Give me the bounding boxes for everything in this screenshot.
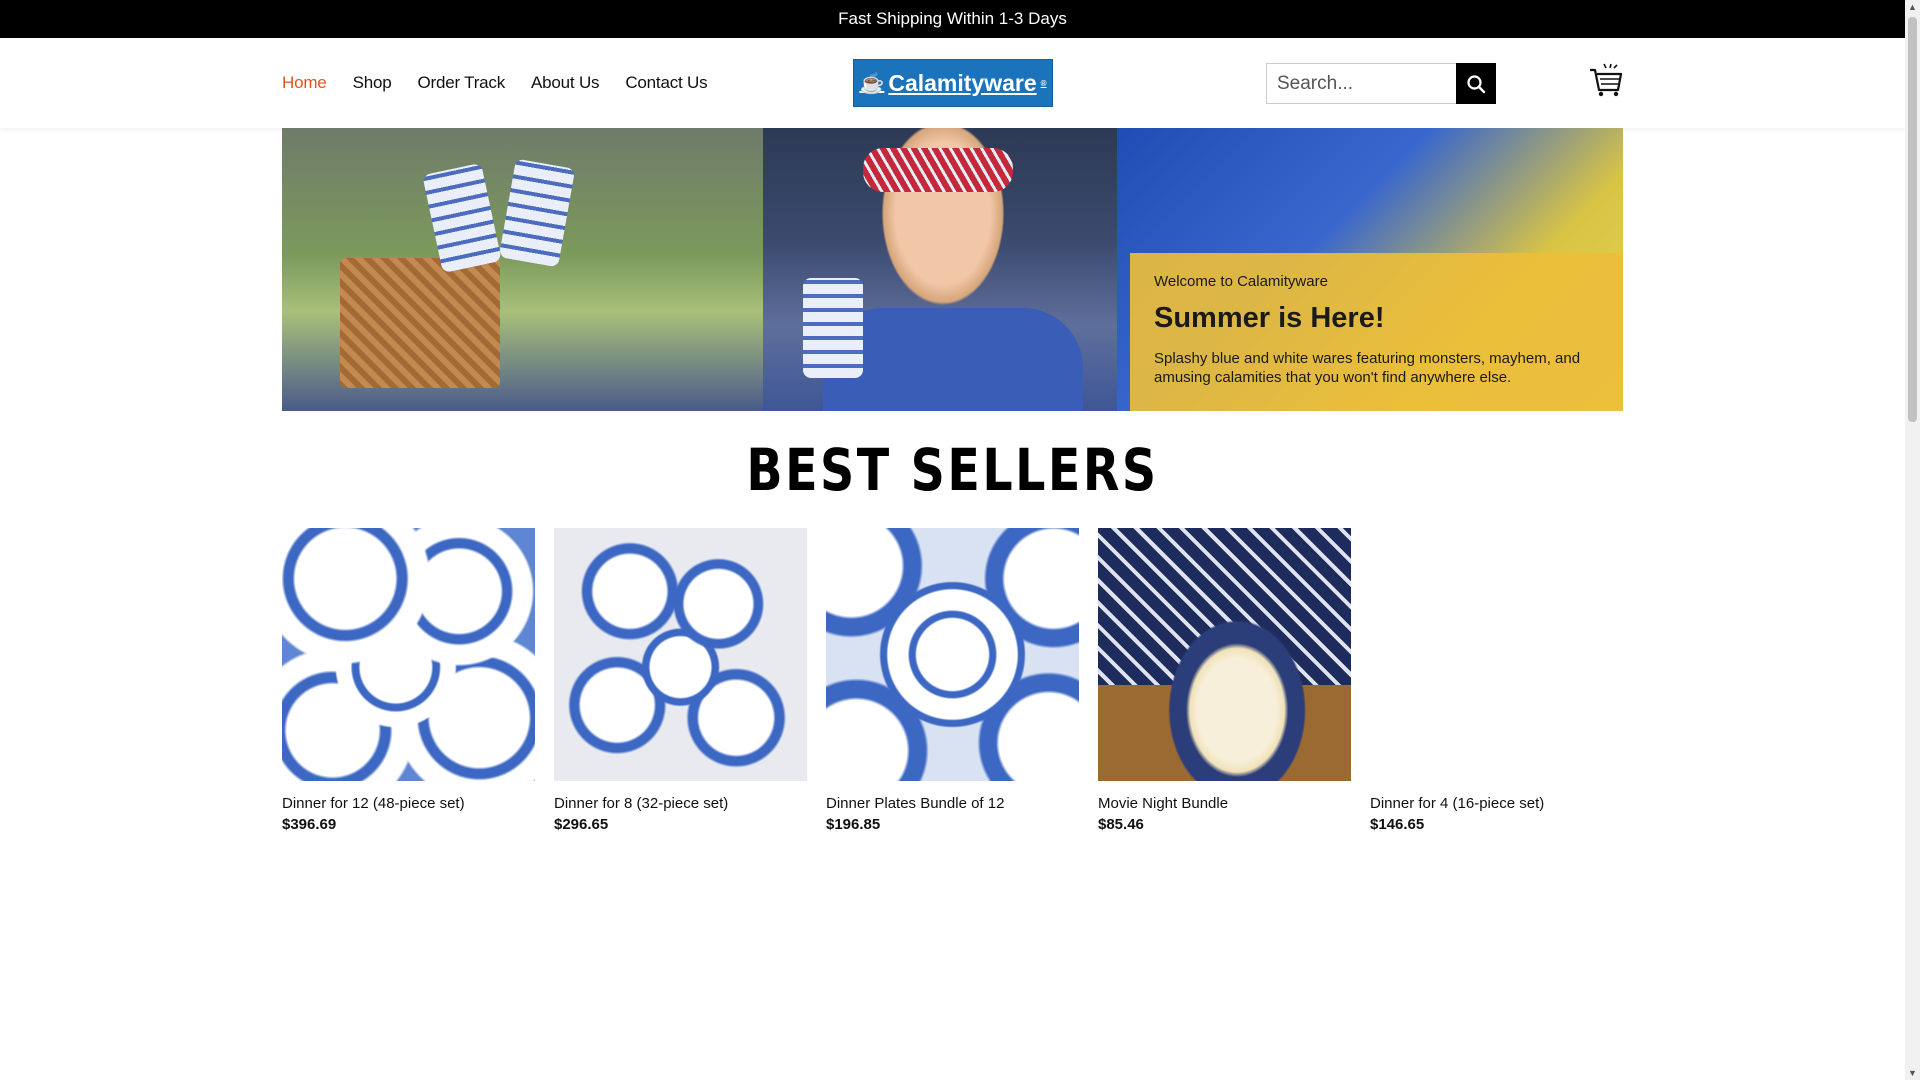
cart-icon: [1590, 63, 1623, 97]
logo-registered-mark: ®: [1040, 78, 1047, 88]
nav-shop[interactable]: Shop: [353, 73, 392, 93]
product-card[interactable]: Dinner for 12 (48-piece set) $396.69: [282, 528, 535, 833]
pattern-image: Welcome to Calamityware Summer is Here! …: [1117, 128, 1623, 411]
nav-order-track[interactable]: Order Track: [417, 73, 505, 93]
product-name[interactable]: Dinner for 8 (32-piece set): [554, 795, 807, 812]
announcement-text: Fast Shipping Within 1-3 Days: [838, 9, 1067, 28]
product-price: $396.69: [282, 816, 337, 833]
mug-image: [803, 278, 863, 378]
hero-description: Splashy blue and white wares featuring m…: [1154, 350, 1581, 386]
cart-button[interactable]: [1588, 62, 1624, 98]
mug-image: [422, 162, 502, 274]
main-nav: Home Shop Order Track About Us Contact U…: [282, 38, 708, 128]
search-input[interactable]: [1266, 63, 1456, 104]
product-image[interactable]: [826, 528, 1079, 781]
site-header: Home Shop Order Track About Us Contact U…: [0, 38, 1905, 128]
search-icon: [1467, 74, 1486, 93]
hero-banner[interactable]: Welcome to Calamityware Summer is Here! …: [282, 128, 1623, 411]
product-image[interactable]: [554, 528, 807, 781]
product-name[interactable]: Dinner for 12 (48-piece set): [282, 795, 535, 812]
bandana-shape: [863, 148, 1013, 192]
scroll-down-arrow-icon[interactable]: ▼: [1908, 1068, 1917, 1078]
product-card[interactable]: Dinner for 4 (16-piece set) $146.65: [1370, 528, 1623, 833]
product-image[interactable]: [282, 528, 535, 781]
logo-text: Calamityware: [888, 69, 1037, 96]
product-name[interactable]: Dinner for 4 (16-piece set): [1370, 795, 1623, 812]
search-form: [1266, 63, 1496, 104]
nav-home[interactable]: Home: [282, 73, 327, 93]
nav-about-us[interactable]: About Us: [531, 73, 600, 93]
site-logo[interactable]: ☕ Calamityware ®: [853, 59, 1053, 107]
product-price: $296.65: [554, 816, 609, 833]
product-card[interactable]: Dinner Plates Bundle of 12 $196.85: [826, 528, 1079, 833]
product-grid: Dinner for 12 (48-piece set) $396.69 Din…: [282, 528, 1623, 833]
best-sellers-heading: BEST SELLERS: [746, 436, 1159, 504]
picnic-basket-image: [340, 258, 500, 388]
product-price: $146.65: [1370, 816, 1425, 833]
product-price: $196.85: [826, 816, 881, 833]
product-card[interactable]: Dinner for 8 (32-piece set) $296.65: [554, 528, 807, 833]
announcement-bar: Fast Shipping Within 1-3 Days: [0, 0, 1905, 38]
hero-welcome: Welcome to Calamityware: [1154, 273, 1328, 290]
nav-contact-us[interactable]: Contact Us: [625, 73, 707, 93]
product-card[interactable]: Movie Night Bundle $85.46: [1098, 528, 1351, 833]
product-name[interactable]: Movie Night Bundle: [1098, 795, 1351, 812]
picnic-image: [282, 128, 763, 411]
hero-headline: Summer is Here!: [1154, 302, 1385, 334]
product-image[interactable]: [1098, 528, 1351, 781]
search-button[interactable]: [1456, 63, 1496, 104]
mug-image: [498, 158, 576, 268]
page-scrollbar[interactable]: ▲ ▼: [1905, 0, 1920, 1080]
hero-card: Welcome to Calamityware Summer is Here! …: [1130, 253, 1623, 411]
scrollbar-thumb[interactable]: [1908, 17, 1917, 422]
product-image[interactable]: [1370, 528, 1623, 781]
product-price: $85.46: [1098, 816, 1144, 833]
woman-with-mug-image: [763, 128, 1117, 411]
teapot-icon: ☕: [859, 72, 885, 95]
scroll-up-arrow-icon[interactable]: ▲: [1908, 2, 1917, 12]
product-name[interactable]: Dinner Plates Bundle of 12: [826, 795, 1079, 812]
